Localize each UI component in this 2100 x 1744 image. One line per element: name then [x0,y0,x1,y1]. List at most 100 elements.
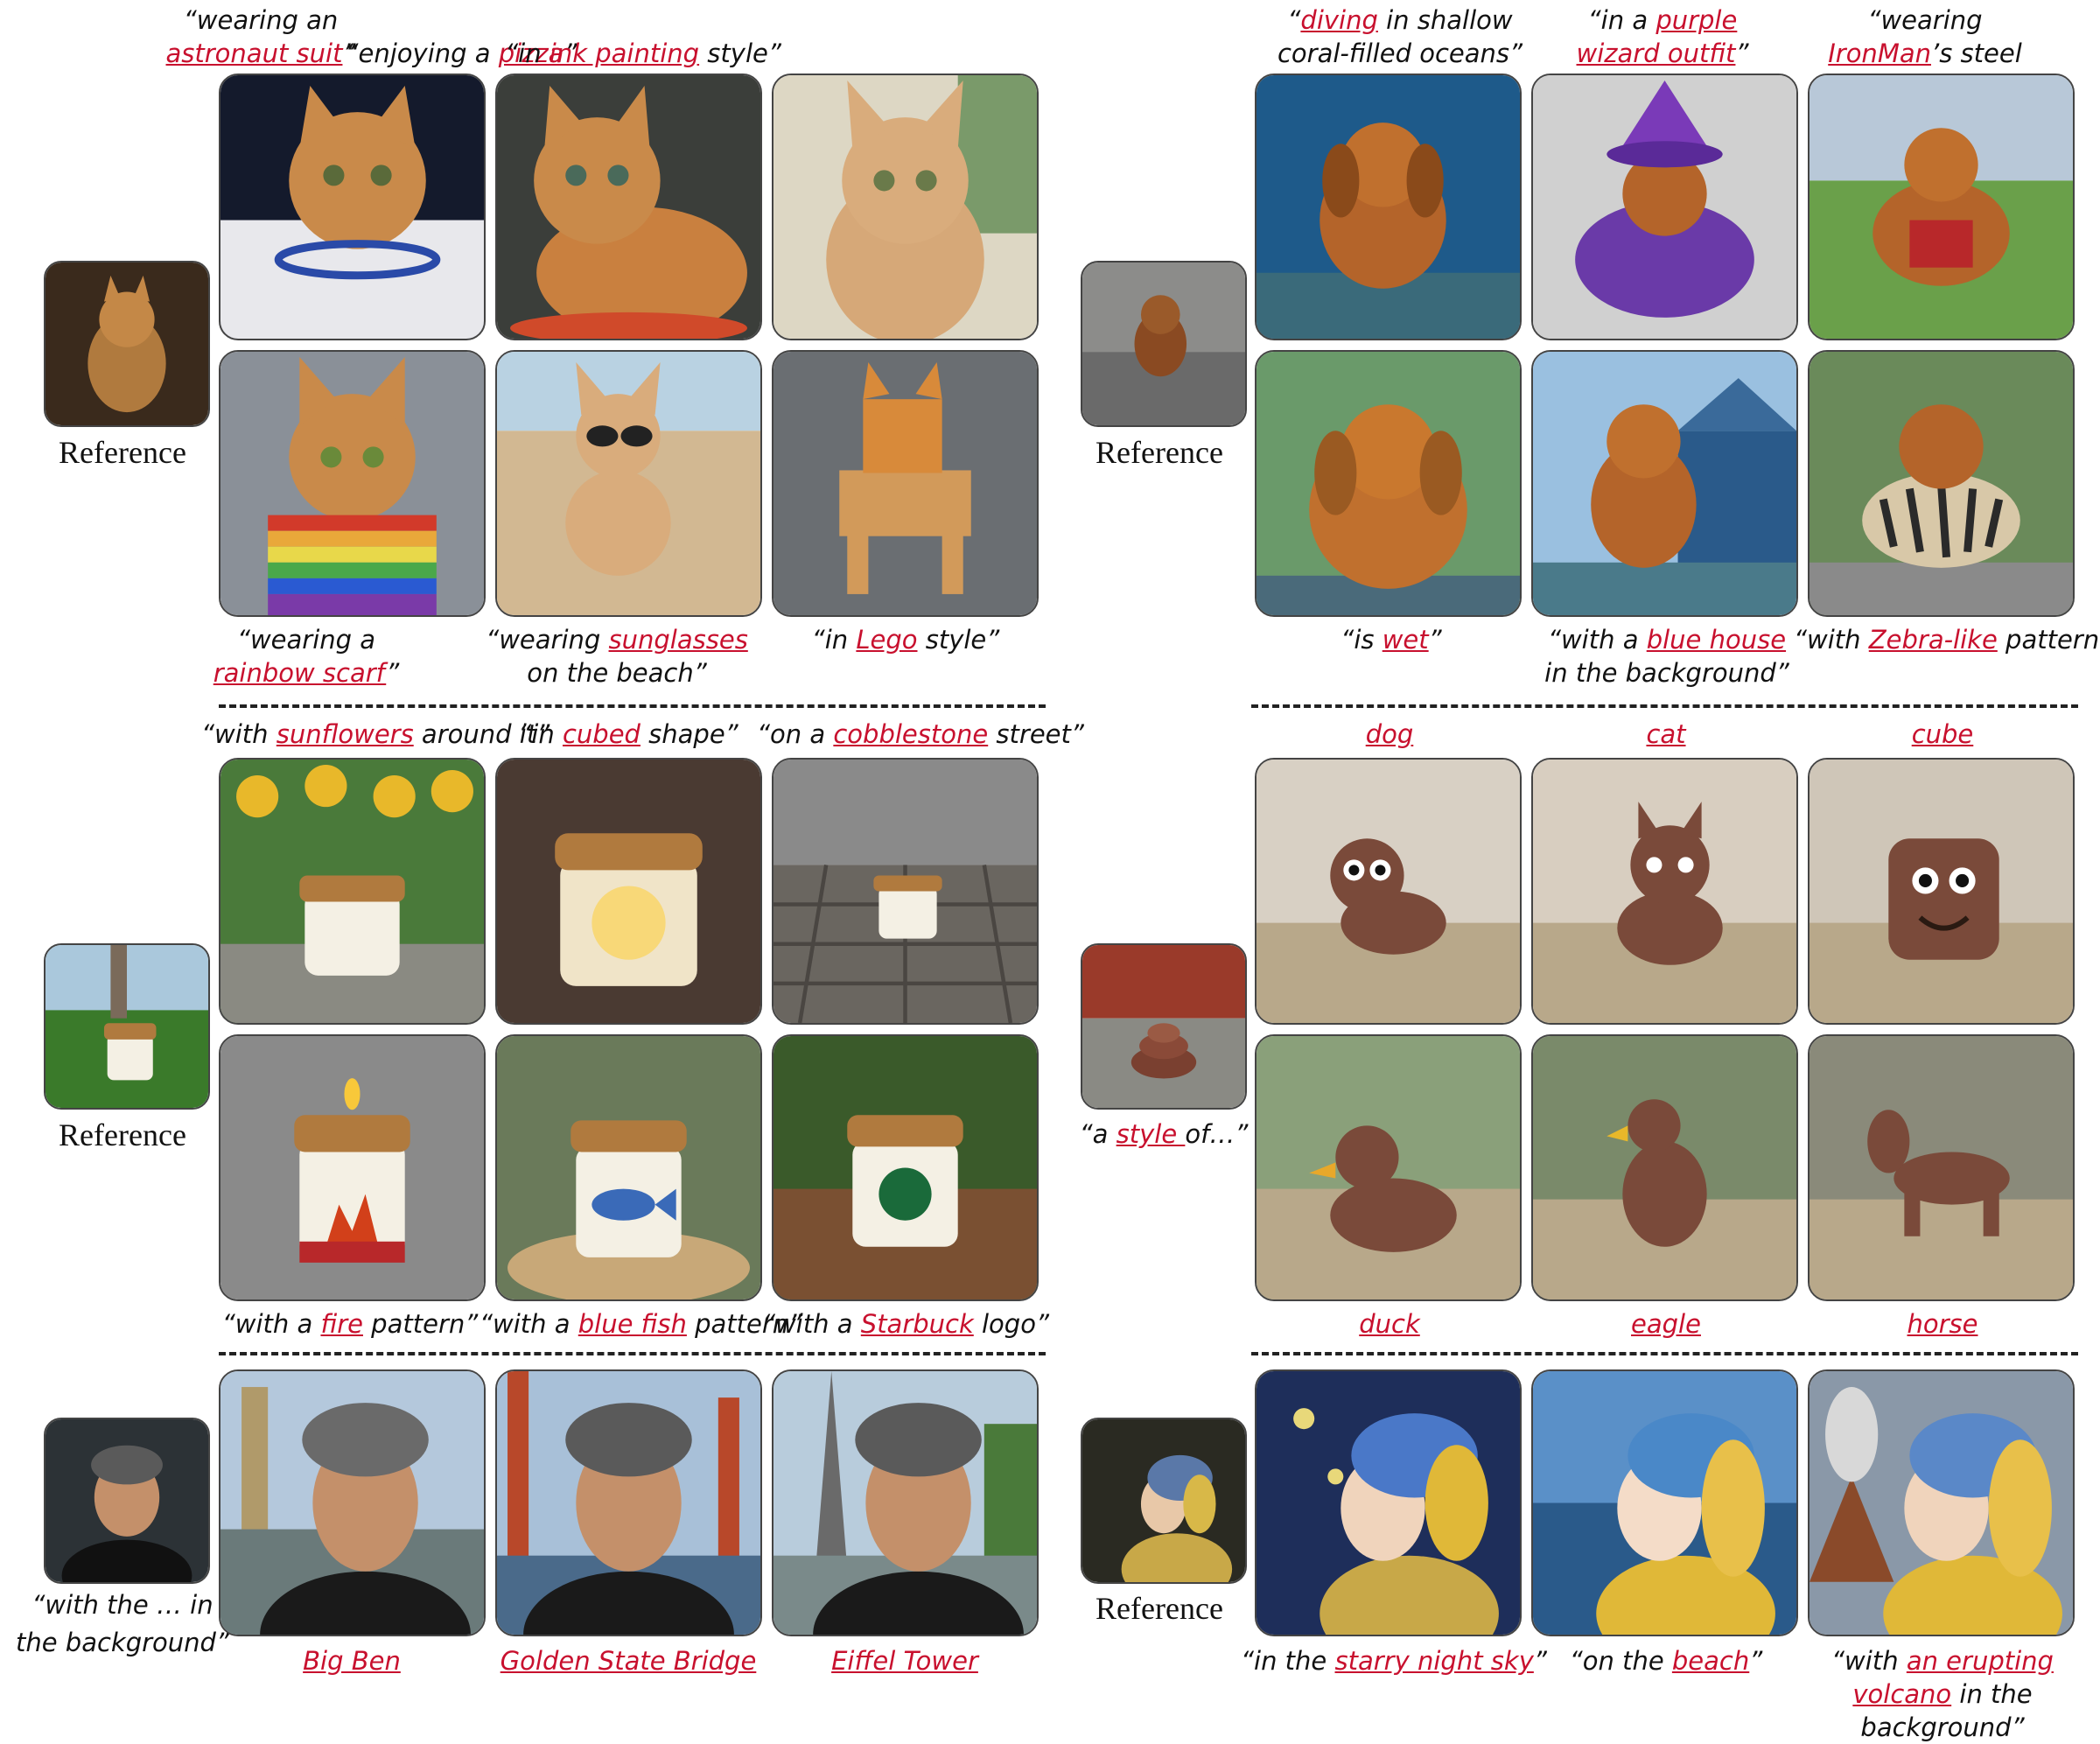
candle-bottom-caption-1: “with a fire pattern” [201,1307,499,1341]
poop-cat-image [1531,758,1798,1025]
caption-text: “with [201,719,276,749]
girl-beach-image [1531,1369,1798,1636]
cat-bottom-caption-3: “in Lego style” [757,623,1054,656]
caption-highlight: starry night sky [1334,1646,1534,1676]
dog-reference-label: Reference [1096,435,1223,470]
poop-bottom-caption-3: horse [1794,1307,2091,1341]
man-bottom-caption-2: Golden State Bridge [480,1644,777,1677]
caption-highlight: blue fish [578,1309,687,1339]
poop-dog-image [1255,758,1522,1025]
cat-top-caption-3: “in ink painting style” [494,37,792,70]
girl-bottom-caption-2: “on the beach” [1517,1644,1815,1677]
caption-text: in the background” [1544,658,1789,688]
caption-highlight: sunglasses [608,625,748,655]
caption-text: style” [917,625,1000,655]
caption-highlight: cobblestone [833,719,989,749]
man-eiffel-tower-image [772,1369,1039,1636]
caption-highlight: Zebra-like [1868,625,1998,655]
candle-bottom-caption-3: “with a Starbuck logo” [757,1307,1054,1341]
caption-text: “in [518,719,563,749]
caption-text: style” [699,39,781,68]
cat-pizza-image [495,74,762,340]
dog-ironman-image [1808,74,2075,340]
cat-bottom-caption-1: “wearing a rainbow scarf” [197,623,416,690]
caption-text: ” [1749,1646,1763,1676]
man-golden-gate-image [495,1369,762,1636]
cat-rainbow-scarf-image [219,350,486,617]
separator-left-1 [219,704,1046,708]
caption-highlight: rainbow scarf [213,658,387,688]
poop-horse-image [1808,1034,2075,1301]
caption-highlight: style [1116,1119,1186,1149]
poop-bottom-caption-1: duck [1241,1307,1538,1341]
caption-text: “with a [480,1309,578,1339]
candle-reference-image [44,943,210,1110]
candle-top-caption-2: “in cubed shape” [480,718,777,751]
caption-highlight: horse [1907,1309,1978,1339]
caption-text: “with [1794,625,1869,655]
caption-text: “on the [1569,1646,1672,1676]
caption-text: “wearing a [236,625,376,655]
dog-zebra-pattern-image [1808,350,2075,617]
cat-reference-image [44,261,210,427]
caption-highlight: diving [1300,5,1378,35]
dog-blue-house-image [1531,350,1798,617]
caption-text: “with a [1547,625,1647,655]
caption-text: pattern” [362,1309,479,1339]
poop-bottom-caption-2: eagle [1517,1307,1815,1341]
caption-highlight: sunflowers [276,719,414,749]
cat-reference-label: Reference [59,435,186,470]
caption-highlight: blue house [1646,625,1787,655]
poop-eagle-image [1531,1034,1798,1301]
candle-cobblestone-image [772,758,1039,1025]
caption-text: shape” [640,719,738,749]
girl-reference-image [1081,1418,1247,1584]
candle-bottom-caption-2: “with a blue fish pattern” [480,1307,802,1341]
dog-top-caption-2: “in a purple wizard outfit” [1549,4,1776,70]
caption-text: on the beach” [527,658,707,688]
caption-text: “wearing an [183,5,339,35]
man-reference-image [44,1418,210,1584]
caption-text: of…” [1185,1119,1249,1149]
dog-top-caption-1: “diving in shallow coral-filled oceans” [1260,4,1540,70]
caption-text: “a [1079,1119,1116,1149]
caption-text: “in the [1241,1646,1335,1676]
dog-bottom-caption-1: “is wet” [1242,623,1540,656]
caption-highlight: Starbuck [860,1309,974,1339]
poop-duck-image [1255,1034,1522,1301]
poop-reference-image [1081,943,1247,1110]
cat-astronaut-image [219,74,486,340]
caption-text: “in [505,39,550,68]
cat-lego-image [772,350,1039,617]
candle-top-caption-1: “with sunflowers around it” [201,718,550,751]
separator-right-2 [1251,1352,2078,1355]
dog-diving-image [1255,74,1522,340]
man-bottom-caption-1: Big Ben [203,1644,500,1677]
dog-reference-image [1081,261,1247,427]
caption-highlight: Big Ben [303,1646,401,1676]
caption-highlight: cube [1911,719,1974,749]
caption-text: “is [1340,625,1382,655]
poop-cube-image [1808,758,2075,1025]
caption-text: pattern” [2006,625,2100,655]
candle-cubed-image [495,758,762,1025]
girl-starry-night-image [1255,1369,1522,1636]
caption-text: “in a [1587,5,1656,35]
caption-highlight: Golden State Bridge [500,1646,757,1676]
caption-highlight: ink painting [549,39,700,68]
man-big-ben-image [219,1369,486,1636]
cat-sunglasses-beach-image [495,350,762,617]
caption-text: ” [1428,625,1442,655]
caption-highlight: IronMan [1828,39,1931,68]
caption-text: “ [1287,5,1301,35]
girl-reference-label: Reference [1096,1591,1223,1626]
caption-text: ” [1735,39,1749,68]
caption-highlight: Eiffel Tower [831,1646,978,1676]
caption-highlight: wet [1382,625,1429,655]
candle-reference-label: Reference [59,1117,186,1152]
caption-highlight: eagle [1631,1309,1701,1339]
caption-highlight: Lego [856,625,918,655]
man-bottom-caption-3: Eiffel Tower [756,1644,1054,1677]
dog-wet-image [1255,350,1522,617]
poop-top-caption-3: cube [1794,718,2091,751]
